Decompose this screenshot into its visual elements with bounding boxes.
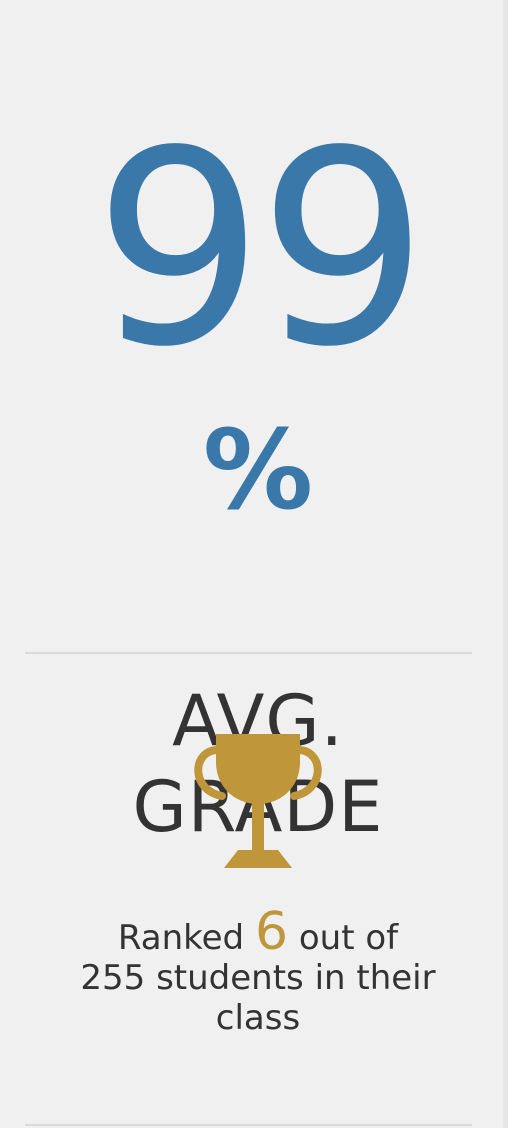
rank-middle: out of (298, 918, 399, 958)
rank-statement: Ranked 6 out of 255 students in their cl… (40, 906, 476, 1038)
rank-position: 6 (254, 902, 289, 962)
trophy-icon (194, 734, 322, 868)
panel-edge (503, 0, 508, 1128)
stat-value: 99 (93, 94, 428, 406)
rank-total: 255 students in their class (80, 958, 436, 1038)
divider-top (25, 652, 472, 654)
stat-unit: % (202, 406, 314, 534)
stat-card: 99 % AVG. GRADE Ranked 6 out of 255 stud… (0, 0, 503, 1128)
rank-prefix: Ranked (117, 918, 245, 958)
divider-bottom (25, 1124, 472, 1126)
